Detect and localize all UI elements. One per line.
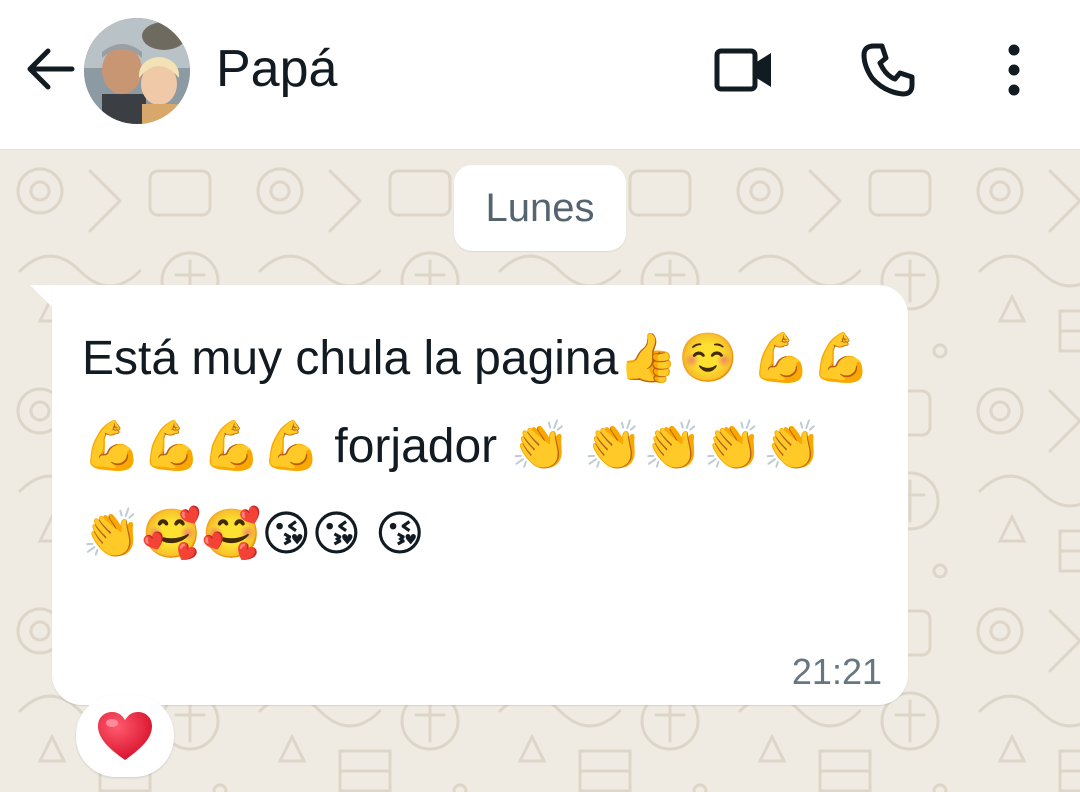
avatar[interactable] — [84, 18, 190, 124]
heart-icon — [98, 712, 152, 760]
voice-call-button[interactable] — [854, 36, 922, 104]
phone-icon — [861, 43, 915, 97]
contact-name[interactable]: Papá — [216, 38, 337, 100]
date-separator: Lunes — [454, 165, 626, 251]
chat-header: Papá — [0, 0, 1080, 150]
message-text: Está muy chula la pagina👍☺️ 💪💪💪💪💪💪 forja… — [82, 332, 871, 561]
chat-screen: Papá Lunes Está muy chula la pagina👍☺️ 💪… — [0, 0, 1080, 792]
video-call-button[interactable] — [710, 36, 778, 104]
message-bubble[interactable]: Está muy chula la pagina👍☺️ 💪💪💪💪💪💪 forja… — [52, 285, 908, 705]
back-arrow-icon — [27, 48, 75, 90]
message-reaction[interactable]: ❤️ — [76, 695, 174, 777]
back-button[interactable] — [18, 38, 80, 100]
message-bubble-tail — [30, 285, 54, 309]
more-vert-icon — [1008, 44, 1020, 96]
profile-photo — [84, 18, 190, 124]
chat-area[interactable]: Lunes Está muy chula la pagina👍☺️ 💪💪💪💪💪💪… — [0, 151, 1080, 792]
video-call-icon — [714, 48, 771, 92]
message-timestamp: 21:21 — [791, 651, 882, 692]
more-options-button[interactable] — [980, 36, 1048, 104]
